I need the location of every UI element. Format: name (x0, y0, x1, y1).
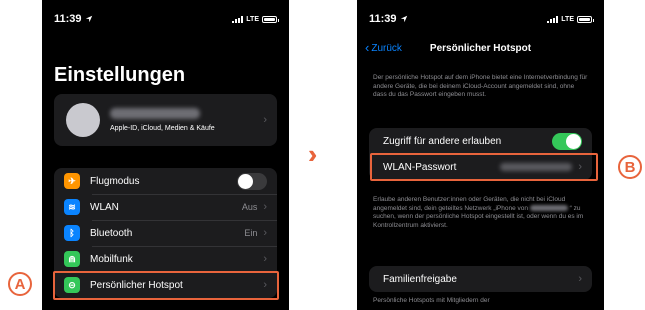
settings-row-mobilfunk[interactable]: ⋒ Mobilfunk › (54, 246, 277, 272)
settings-row-wlan[interactable]: ≋ WLAN Aus › (54, 194, 277, 220)
settings-row-label: Flugmodus (90, 175, 140, 187)
chevron-right-icon: › (263, 227, 267, 239)
hotspot-settings-group: Zugriff für andere erlauben WLAN-Passwor… (369, 128, 592, 180)
signal-icon (232, 15, 244, 23)
allow-others-label: Zugriff für andere erlauben (383, 135, 502, 147)
back-label: Zurück (371, 42, 402, 54)
battery-icon (577, 15, 594, 23)
chevron-right-icon: › (263, 253, 267, 265)
blurred-owner-name (529, 204, 568, 211)
signal-icon (547, 15, 559, 23)
settings-row-bluetooth[interactable]: ᛒ Bluetooth Ein › (54, 220, 277, 246)
status-time: 11:39 (54, 13, 82, 25)
status-bar: 11:39 LTE (369, 12, 594, 26)
chevron-right-icon: › (263, 201, 267, 213)
settings-row-label: Bluetooth (90, 227, 133, 239)
battery-icon (262, 15, 279, 23)
settings-row-label: Mobilfunk (90, 253, 133, 265)
chevron-left-icon: ‹ (365, 40, 370, 55)
chevron-right-icon: › (263, 114, 267, 126)
chevron-right-icon: › (578, 161, 582, 173)
apple-id-account-row[interactable]: Apple-ID, iCloud, Medien & Käufe › (54, 94, 277, 146)
settings-row-label: WLAN (90, 201, 119, 213)
network-type: LTE (246, 15, 259, 23)
annotation-badge-a: A (8, 272, 32, 296)
back-button[interactable]: ‹ Zurück (365, 40, 402, 55)
wifi-password-label: WLAN-Passwort (383, 161, 457, 173)
location-arrow-icon (400, 15, 407, 23)
wifi-password-row[interactable]: WLAN-Passwort › (369, 154, 592, 180)
network-type: LTE (561, 15, 574, 23)
bluetooth-icon: ᛒ (64, 225, 80, 241)
airplane-icon: ✈ (64, 173, 80, 189)
settings-screen: 11:39 LTE Einstellungen Apple-ID, iCloud… (42, 0, 289, 310)
family-sharing-label: Familienfreigabe (383, 273, 457, 285)
hotspot-info-text: Erlaube anderen Benutzer:innen oder Gerä… (373, 196, 584, 229)
settings-row-value: Aus (241, 202, 258, 212)
settings-row-flugmodus[interactable]: ✈ Flugmodus (54, 168, 277, 194)
chevron-right-icon: › (578, 273, 582, 285)
allow-others-toggle[interactable] (552, 132, 582, 150)
page-title: Einstellungen (54, 64, 186, 86)
settings-row-pers-nlicher-hotspot[interactable]: ⊝ Persönlicher Hotspot › (54, 272, 277, 298)
allow-others-row: Zugriff für andere erlauben (369, 128, 592, 154)
double-chevron-arrow-icon: › › (308, 139, 315, 169)
chevron-right-icon: › (263, 279, 267, 291)
settings-row-value: Ein (244, 228, 258, 238)
blurred-password-value (500, 163, 573, 171)
location-arrow-icon (85, 15, 92, 23)
settings-list: ✈ Flugmodus ≋ WLAN Aus › ᛒ Bluetooth Ein › ⋒ Mobilf… (54, 168, 277, 298)
antenna-icon: ⋒ (64, 251, 80, 267)
settings-row-label: Persönlicher Hotspot (90, 279, 183, 291)
airplane-mode-toggle[interactable] (237, 172, 267, 190)
hotspot-icon: ⊝ (64, 277, 80, 293)
family-sharing-text: Persönliche Hotspots mit Mitgliedern der (373, 297, 490, 304)
hotspot-intro-text: Der persönliche Hotspot auf dem iPhone b… (373, 74, 588, 98)
blurred-account-name (110, 108, 200, 119)
family-sharing-row[interactable]: Familienfreigabe › (369, 266, 592, 292)
family-sharing-group: Familienfreigabe › (369, 266, 592, 292)
status-bar: 11:39 LTE (54, 12, 279, 26)
avatar (66, 103, 100, 137)
account-subtitle: Apple-ID, iCloud, Medien & Käufe (110, 125, 215, 132)
status-time: 11:39 (369, 13, 397, 25)
hotspot-screen: 11:39 LTE ‹ Zurück Persönlicher Hotspot … (357, 0, 604, 310)
navigation-bar: ‹ Zurück Persönlicher Hotspot (365, 40, 596, 56)
wifi-icon: ≋ (64, 199, 80, 215)
annotation-badge-b: B (618, 155, 642, 179)
